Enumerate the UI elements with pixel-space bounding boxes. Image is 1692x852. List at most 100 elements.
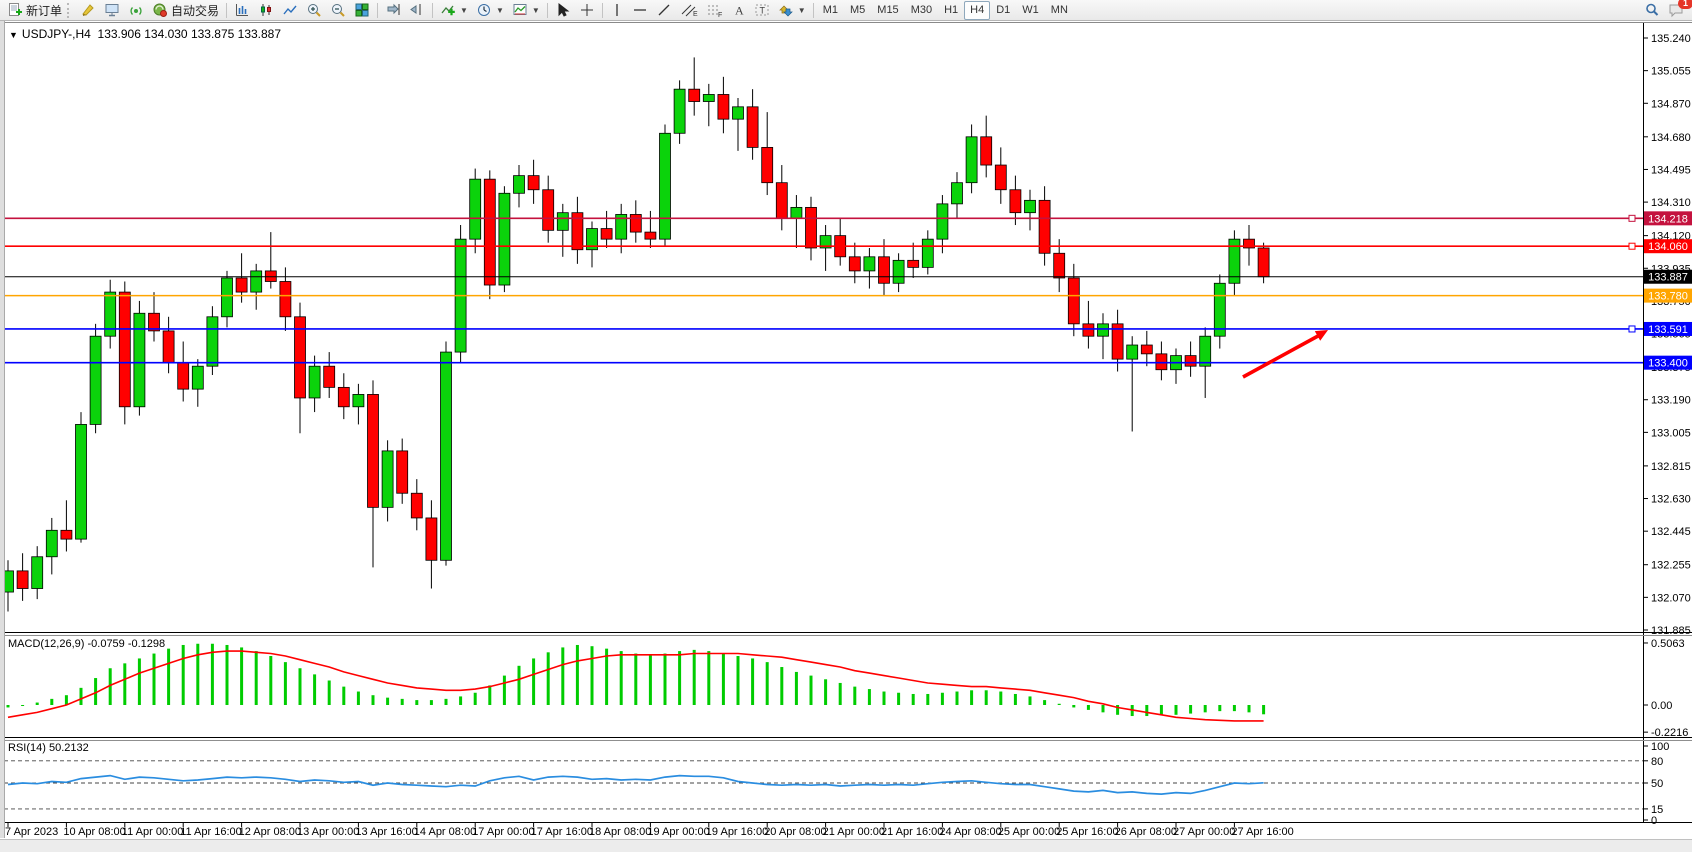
highlighter-icon <box>80 2 96 18</box>
timeframe-button-h1[interactable]: H1 <box>938 1 964 20</box>
svg-text:134.060: 134.060 <box>1648 241 1688 253</box>
chart-shift-icon <box>409 2 425 18</box>
horizontal-line-button[interactable] <box>628 0 652 21</box>
toolbar-separator <box>226 3 227 18</box>
vertical-line-button[interactable] <box>606 0 628 21</box>
timeframe-button-m5[interactable]: M5 <box>844 1 871 20</box>
rsi-value: 50.2132 <box>49 742 89 754</box>
zoom-in-button[interactable] <box>302 0 326 21</box>
fibonacci-icon: F <box>706 2 724 18</box>
level-handle[interactable] <box>1629 215 1635 221</box>
svg-text:132.255: 132.255 <box>1651 560 1691 572</box>
chart-canvas[interactable]: 135.240135.055134.870134.680134.495134.3… <box>0 0 1692 851</box>
time-axis[interactable]: 7 Apr 202310 Apr 08:0011 Apr 00:0011 Apr… <box>5 823 1294 839</box>
zoom-out-button[interactable] <box>326 0 350 21</box>
crosshair-button[interactable] <box>575 0 599 21</box>
news-button[interactable]: 1 <box>1664 0 1689 21</box>
svg-text:133.780: 133.780 <box>1648 291 1688 303</box>
tile-windows-button[interactable] <box>350 0 374 21</box>
chart-symbol-period: USDJPY-,H4 <box>22 27 91 41</box>
new-order-icon <box>7 2 23 18</box>
svg-text:27 Apr 16:00: 27 Apr 16:00 <box>1231 826 1293 838</box>
arrows-button[interactable]: ▼ <box>774 0 810 21</box>
level-handle[interactable] <box>1629 243 1635 249</box>
crosshair-icon <box>579 2 595 18</box>
svg-text:26 Apr 08:00: 26 Apr 08:00 <box>1115 826 1177 838</box>
chart-shift-button[interactable] <box>405 0 429 21</box>
svg-text:133.591: 133.591 <box>1648 324 1688 336</box>
candles <box>3 57 1270 611</box>
svg-text:F: F <box>718 12 722 18</box>
svg-text:10 Apr 08:00: 10 Apr 08:00 <box>63 826 125 838</box>
svg-text:134.495: 134.495 <box>1651 164 1691 176</box>
equidistant-channel-button[interactable]: E <box>676 0 702 21</box>
svg-text:19 Apr 16:00: 19 Apr 16:00 <box>706 826 768 838</box>
svg-text:135.055: 135.055 <box>1651 66 1691 78</box>
timeframe-toolbar: M1M5M15M30H1H4D1W1MN <box>817 1 1074 20</box>
macd-values: -0.0759 -0.1298 <box>87 638 165 650</box>
cursor-button[interactable] <box>551 0 575 21</box>
line-chart-button[interactable] <box>278 0 302 21</box>
svg-text:27 Apr 00:00: 27 Apr 00:00 <box>1173 826 1235 838</box>
chart-title: ▼USDJPY-,H4 133.906 134.030 133.875 133.… <box>9 27 281 41</box>
timeframe-button-m15[interactable]: M15 <box>871 1 904 20</box>
svg-text:-0.2216: -0.2216 <box>1651 727 1688 739</box>
svg-text:132.815: 132.815 <box>1651 461 1691 473</box>
svg-text:13 Apr 00:00: 13 Apr 00:00 <box>297 826 359 838</box>
candle-chart-button[interactable] <box>254 0 278 21</box>
template-icon <box>512 2 528 18</box>
toolbar-separator <box>813 3 814 18</box>
svg-text:7 Apr 2023: 7 Apr 2023 <box>5 826 58 838</box>
timeframe-button-mn[interactable]: MN <box>1045 1 1074 20</box>
svg-text:24 Apr 08:00: 24 Apr 08:00 <box>939 826 1001 838</box>
svg-text:19 Apr 00:00: 19 Apr 00:00 <box>647 826 709 838</box>
toolbar-separator <box>432 3 433 18</box>
toolbar-grip[interactable] <box>67 3 73 18</box>
svg-text:21 Apr 00:00: 21 Apr 00:00 <box>823 826 885 838</box>
auto-scroll-button[interactable] <box>381 0 405 21</box>
annotation-arrow[interactable] <box>1243 330 1328 377</box>
search-button[interactable] <box>1640 0 1664 21</box>
svg-text:17 Apr 00:00: 17 Apr 00:00 <box>472 826 534 838</box>
indicators-button[interactable]: ▼ <box>436 0 472 21</box>
svg-text:T: T <box>759 6 765 16</box>
svg-text:21 Apr 16:00: 21 Apr 16:00 <box>881 826 943 838</box>
svg-text:132.070: 132.070 <box>1651 592 1691 604</box>
text-button[interactable]: A <box>728 0 750 21</box>
timeframe-button-m1[interactable]: M1 <box>817 1 844 20</box>
autotrading-button[interactable]: 自动交易 <box>148 0 223 21</box>
rsi-name: RSI(14) <box>8 742 46 754</box>
styler-button[interactable] <box>76 0 100 21</box>
timeframe-button-w1[interactable]: W1 <box>1016 1 1045 20</box>
dropdown-caret-icon: ▼ <box>798 6 806 15</box>
svg-text:50: 50 <box>1651 778 1663 790</box>
metaeditor-button[interactable] <box>100 0 124 21</box>
zoom-in-icon <box>306 2 322 18</box>
new-order-button[interactable]: 新订单 <box>3 0 66 21</box>
toolbar-separator <box>602 3 603 18</box>
arrows-icon <box>778 2 794 18</box>
rsi-indicator-label: RSI(14) 50.2132 <box>8 742 89 754</box>
toolbar-separator <box>377 3 378 18</box>
templates-button[interactable]: ▼ <box>508 0 544 21</box>
svg-text:18 Apr 08:00: 18 Apr 08:00 <box>589 826 651 838</box>
toolbar-separator <box>547 3 548 18</box>
signal-button[interactable] <box>124 0 148 21</box>
level-handle[interactable] <box>1629 326 1635 332</box>
horizontal-line-icon <box>632 2 648 18</box>
bar-chart-button[interactable] <box>230 0 254 21</box>
svg-text:132.445: 132.445 <box>1651 526 1691 538</box>
zoom-out-icon <box>330 2 346 18</box>
fibonacci-button[interactable]: F <box>702 0 728 21</box>
svg-text:134.680: 134.680 <box>1651 132 1691 144</box>
periods-button[interactable]: ▼ <box>472 0 508 21</box>
signal-icon <box>128 2 144 18</box>
timeframe-button-h4[interactable]: H4 <box>964 1 990 20</box>
macd-indicator-label: MACD(12,26,9) -0.0759 -0.1298 <box>8 638 165 650</box>
trendline-button[interactable] <box>652 0 676 21</box>
text-label-button[interactable]: T <box>750 0 774 21</box>
timeframe-button-m30[interactable]: M30 <box>905 1 938 20</box>
chart-context-menu-icon[interactable]: ▼ <box>9 30 18 40</box>
timeframe-button-d1[interactable]: D1 <box>990 1 1016 20</box>
clock-icon <box>476 2 492 18</box>
